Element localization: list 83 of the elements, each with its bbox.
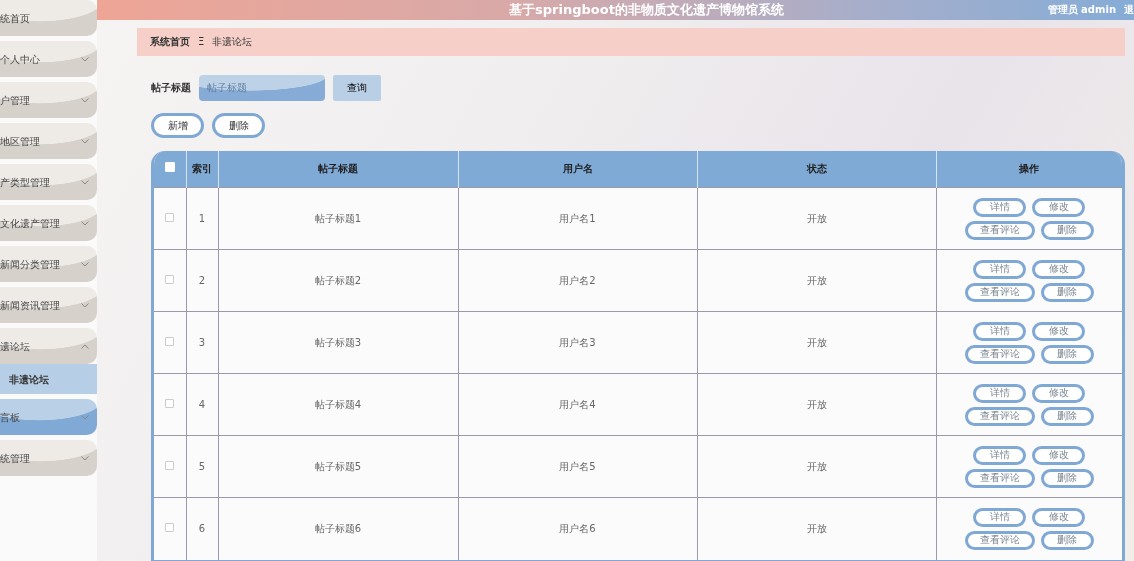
row-action-button[interactable]: 详情 (973, 445, 1027, 465)
header-title: 基于springboot的非物质文化遗产博物馆系统 (509, 1, 784, 19)
row-checkbox[interactable] (165, 523, 175, 533)
table-cell: 用户名5 (559, 461, 596, 472)
row-action-button[interactable]: 查看评论 (964, 282, 1035, 302)
sidebar-item[interactable]: 遗论坛 (0, 328, 97, 364)
table-cell: 用户名4 (559, 399, 596, 410)
row-action-button[interactable]: 修改 (1032, 445, 1086, 465)
row-checkbox[interactable] (165, 275, 175, 284)
sidebar-item[interactable]: 言板 (0, 399, 97, 435)
row-checkbox[interactable] (165, 399, 175, 408)
table-cell: 帖子标题1 (314, 213, 362, 224)
sidebar-item[interactable]: 新闻分类管理 (0, 246, 97, 282)
column-header: 用户名 (562, 163, 593, 175)
row-action-button[interactable]: 详情 (973, 321, 1027, 341)
row-action-button[interactable]: 修改 (1032, 259, 1086, 279)
row-action-button[interactable]: 修改 (1032, 197, 1086, 217)
table-cell: 用户名1 (559, 213, 596, 224)
row-action-button[interactable]: 详情 (973, 383, 1027, 403)
table-cell: 用户名6 (559, 523, 596, 535)
table-cell: 1 (198, 213, 206, 224)
row-action-button[interactable]: 修改 (1032, 321, 1086, 341)
row-action-button[interactable]: 删除 (1040, 530, 1094, 550)
table-cell: 开放 (806, 523, 827, 535)
user-name: 管理员 admin (1047, 3, 1116, 18)
table-cell: 5 (198, 461, 206, 472)
sidebar-item[interactable]: 新闻资讯管理 (0, 287, 97, 323)
table-cell: 开放 (806, 461, 827, 472)
row-action-button[interactable]: 删除 (1040, 344, 1094, 364)
row-action-button[interactable]: 删除 (1040, 468, 1094, 488)
table-cell: 帖子标题2 (314, 275, 362, 286)
column-header: 索引 (192, 163, 212, 175)
sidebar-item[interactable]: 统首页 (0, 0, 97, 36)
column-header: 操作 (1019, 163, 1040, 175)
table-cell: 用户名2 (559, 275, 596, 286)
row-action-button[interactable]: 删除 (1040, 220, 1094, 240)
logout-link[interactable]: 退 (1124, 2, 1134, 18)
table-cell: 帖子标题4 (314, 399, 362, 410)
row-action-button[interactable]: 查看评论 (964, 220, 1035, 240)
select-all-checkbox[interactable] (164, 162, 175, 173)
column-header: 帖子标题 (318, 163, 358, 175)
sidebar-item[interactable]: 统管理 (0, 440, 97, 476)
table-cell: 开放 (806, 275, 827, 286)
column-header: 状态 (806, 163, 827, 175)
sidebar-item[interactable]: 户管理 (0, 82, 97, 118)
table-cell: 开放 (806, 337, 827, 348)
breadcrumb-item[interactable]: 系统首页 (150, 34, 190, 49)
row-action-button[interactable]: 查看评论 (964, 530, 1035, 550)
breadcrumb-item: 非遗论坛 (212, 35, 253, 49)
table-cell: 2 (198, 275, 206, 286)
sidebar-item[interactable]: 地区管理 (0, 123, 97, 159)
row-action-button[interactable]: 详情 (973, 197, 1027, 217)
table-cell: 帖子标题3 (314, 337, 362, 348)
row-action-button[interactable]: 详情 (973, 259, 1027, 279)
row-action-button[interactable]: 修改 (1032, 507, 1086, 527)
action-button[interactable]: 新增 (151, 112, 204, 138)
table-cell: 4 (198, 399, 206, 410)
search-label: 帖子标题 (151, 81, 191, 95)
sidebar-item[interactable]: 产类型管理 (0, 164, 97, 200)
table-cell: 帖子标题5 (314, 461, 362, 472)
sidebar-subitem[interactable]: 非遗论坛 (0, 364, 97, 394)
row-checkbox[interactable] (165, 337, 175, 346)
table-cell: 开放 (806, 399, 827, 410)
row-action-button[interactable]: 查看评论 (964, 468, 1035, 488)
row-action-button[interactable]: 详情 (973, 507, 1027, 527)
table-cell: 3 (198, 337, 206, 348)
row-action-button[interactable]: 查看评论 (964, 344, 1035, 364)
row-action-button[interactable]: 删除 (1040, 282, 1094, 302)
action-button[interactable]: 删除 (212, 112, 265, 138)
breadcrumb-separator: Ξ (198, 35, 205, 49)
table-cell: 6 (198, 523, 206, 535)
row-action-button[interactable]: 查看评论 (964, 406, 1035, 426)
row-checkbox[interactable] (165, 461, 175, 470)
table-cell: 用户名3 (559, 337, 596, 348)
sidebar-item[interactable]: 个人中心 (0, 41, 97, 77)
table-cell: 开放 (806, 213, 827, 224)
row-action-button[interactable]: 删除 (1040, 406, 1094, 426)
row-checkbox[interactable] (165, 213, 175, 222)
search-field[interactable]: 帖子标题 (199, 74, 325, 101)
row-action-button[interactable]: 修改 (1032, 383, 1086, 403)
search-button[interactable]: 查询 (333, 74, 381, 101)
table-cell: 帖子标题6 (314, 523, 362, 535)
sidebar-item[interactable]: 文化遗产管理 (0, 205, 97, 241)
